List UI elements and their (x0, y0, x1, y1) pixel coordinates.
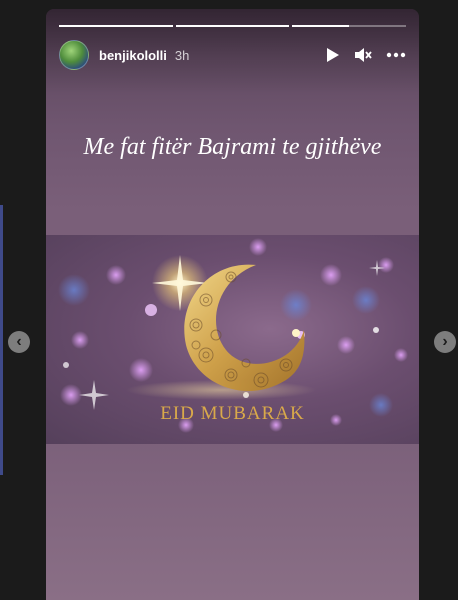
play-icon (327, 48, 339, 62)
mute-button[interactable] (354, 47, 372, 63)
story-caption: Me fat fitër Bajrami te gjithëve (83, 134, 382, 160)
play-button[interactable] (326, 47, 340, 63)
progress-segment (175, 25, 290, 27)
username[interactable]: benjikololli (99, 48, 167, 63)
muted-speaker-icon (355, 48, 372, 62)
story-viewer[interactable]: benjikololli 3h Me fat fitër Bajrami te … (46, 9, 419, 600)
previous-story-button[interactable]: ‹ (8, 331, 30, 353)
progress-segment (59, 25, 173, 27)
side-panel-edge (0, 205, 3, 475)
next-story-button[interactable]: › (434, 331, 456, 353)
story-controls (326, 47, 406, 63)
progress-segment (292, 25, 407, 27)
chevron-right-icon: › (442, 333, 448, 350)
story-header: benjikololli 3h (59, 40, 406, 70)
more-options-icon (386, 52, 406, 58)
more-options-button[interactable] (386, 52, 406, 58)
eid-greeting-image: EID MUBARAK (46, 235, 419, 444)
post-time: 3h (174, 47, 190, 63)
avatar[interactable] (59, 40, 89, 70)
eid-mubarak-text: EID MUBARAK (160, 403, 305, 424)
story-progress-bar (59, 25, 407, 27)
chevron-left-icon: ‹ (16, 333, 22, 350)
